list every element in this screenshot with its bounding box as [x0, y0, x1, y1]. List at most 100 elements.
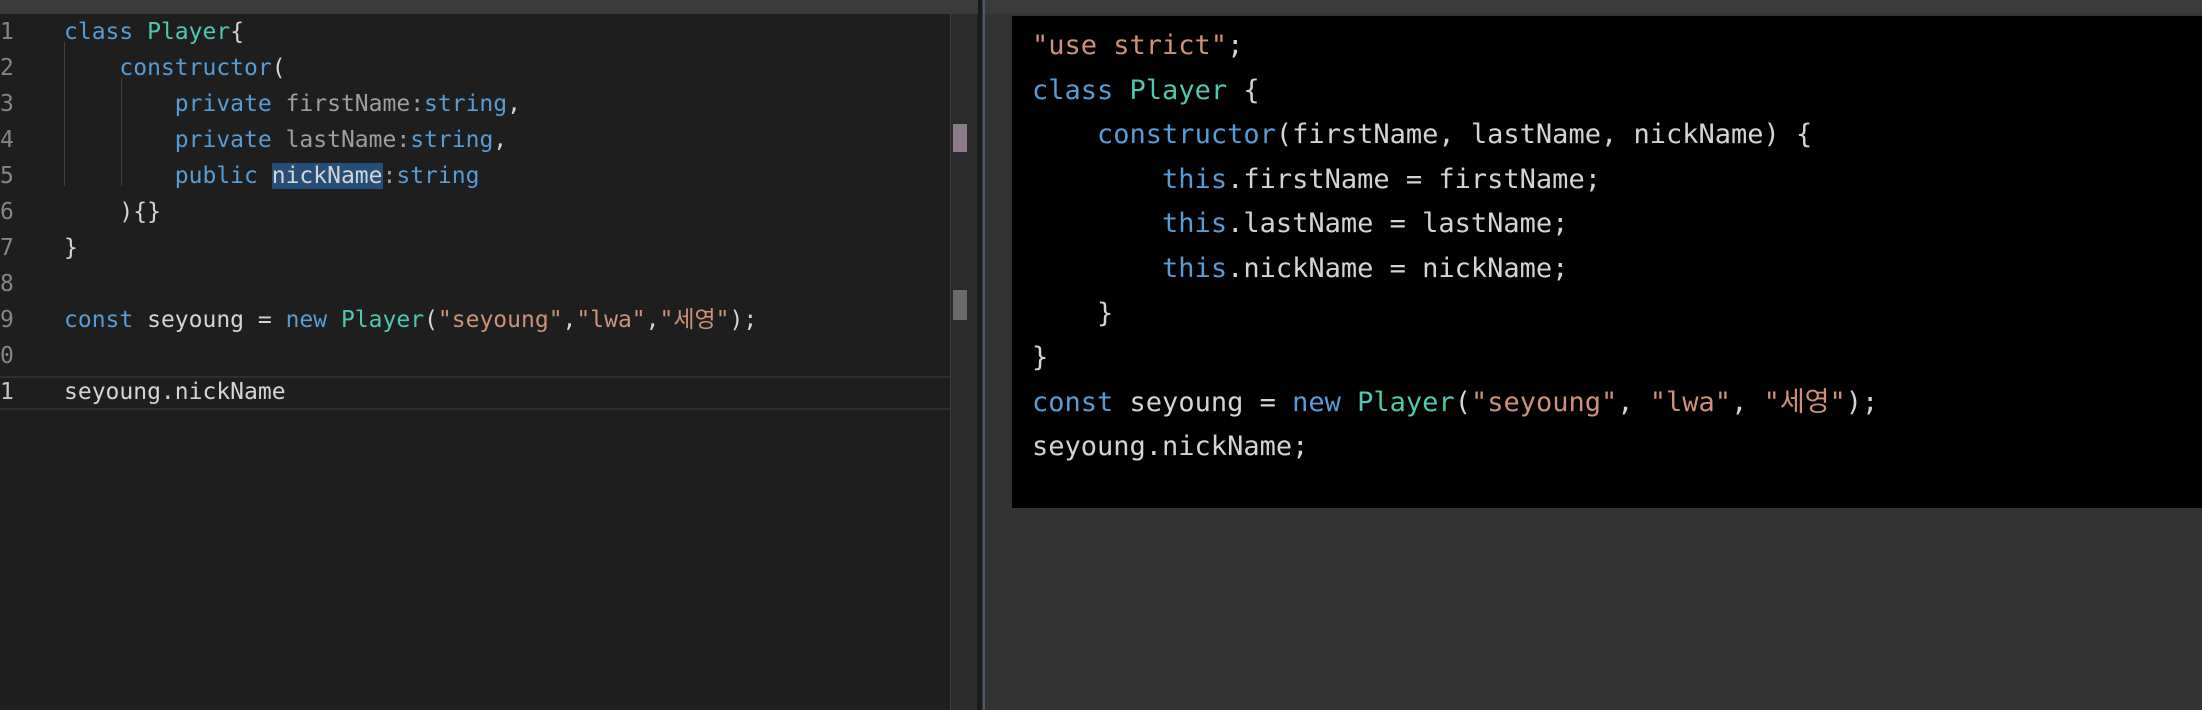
output-token: [1032, 253, 1162, 284]
output-line: }: [1032, 292, 1113, 336]
output-line: this.lastName = lastName;: [1032, 202, 1568, 246]
line-number: 3: [0, 91, 14, 117]
output-token: this: [1162, 253, 1228, 284]
code-token: const: [64, 307, 148, 333]
output-token: Player: [1357, 386, 1455, 418]
code-line[interactable]: 4 private lastName:string,: [0, 122, 976, 158]
code-token: "seyoung": [437, 307, 563, 333]
output-token: [1032, 164, 1162, 195]
code-token: }: [64, 235, 78, 261]
code-token: private: [174, 91, 286, 117]
output-token: const: [1032, 386, 1130, 418]
line-number: 5: [0, 163, 14, 189]
code-token: string: [396, 163, 480, 189]
code-line[interactable]: 2 constructor(: [0, 50, 976, 86]
output-token: }: [1032, 297, 1114, 329]
output-token: ;: [1227, 30, 1244, 61]
output-token: (: [1454, 386, 1471, 418]
code-line[interactable]: 1 seyoung.nickName: [0, 374, 976, 410]
code-token: public: [174, 163, 272, 189]
output-token: Player: [1129, 74, 1228, 106]
output-token: "lwa": [1649, 386, 1732, 418]
code-token: {: [230, 19, 245, 45]
code-token: (: [271, 55, 286, 81]
code-token: private: [174, 127, 286, 153]
output-token: seyoung =: [1129, 386, 1293, 418]
code-token: ,: [562, 307, 577, 333]
output-token: .firstName = firstName;: [1227, 163, 1601, 195]
code-token: ,: [493, 127, 508, 153]
line-number: 1: [0, 379, 14, 405]
output-line: class Player {: [1032, 69, 1260, 113]
line-number: 9: [0, 307, 14, 333]
code-text: ){}: [64, 194, 161, 230]
code-text: }: [64, 230, 78, 266]
line-number: 7: [0, 235, 14, 261]
output-line: const seyoung = new Player("seyoung", "l…: [1032, 381, 1878, 425]
output-token: .lastName = lastName;: [1227, 208, 1569, 240]
code-token: ){}: [119, 199, 161, 225]
pane-divider-line: [983, 0, 985, 710]
output-token: [1032, 208, 1162, 239]
line-number: 6: [0, 199, 14, 225]
code-token: ,: [645, 307, 660, 333]
code-token: );: [729, 307, 758, 333]
output-token: {: [1227, 74, 1260, 106]
code-token: Player: [340, 307, 425, 333]
code-line[interactable]: 0: [0, 338, 976, 374]
output-token: ,: [1731, 386, 1764, 418]
output-line: "use strict";: [1032, 24, 1243, 68]
line-number: 2: [0, 55, 14, 81]
code-text: seyoung.nickName: [64, 374, 286, 410]
output-token: .nickName = nickName;: [1227, 253, 1569, 284]
code-line[interactable]: 9 const seyoung = new Player("seyoung","l…: [0, 302, 976, 338]
pane-divider[interactable]: [978, 0, 982, 710]
code-line[interactable]: 1 class Player{: [0, 14, 976, 50]
code-line[interactable]: 7}: [0, 230, 976, 266]
code-token: nickName: [174, 379, 286, 405]
output-token: "use strict": [1032, 30, 1228, 61]
line-number: 8: [0, 271, 14, 297]
line-number: 4: [0, 127, 14, 153]
output-line: this.firstName = firstName;: [1032, 158, 1601, 202]
code-token: :: [410, 91, 425, 117]
code-text: public nickName:string: [64, 158, 479, 194]
code-text: private firstName:string,: [64, 86, 521, 122]
output-line: constructor(firstName, lastName, nickNam…: [1032, 113, 1812, 157]
line-number: 1: [0, 19, 14, 45]
code-token: (: [424, 307, 438, 333]
code-token: "lwa": [576, 307, 646, 333]
compiled-output-panel: "use strict"; class Player { constructor(…: [1012, 16, 2202, 508]
output-token: new: [1292, 386, 1358, 418]
output-line: this.nickName = nickName;: [1032, 247, 1568, 291]
code-token: string: [424, 91, 508, 117]
code-token: firstName: [285, 91, 411, 117]
code-token: string: [410, 127, 494, 153]
code-token: ,: [507, 91, 521, 117]
code-token: lastName: [285, 127, 397, 153]
line-number: 0: [0, 343, 14, 369]
editor-scrollbar[interactable]: [950, 14, 977, 710]
output-token: this: [1162, 208, 1228, 240]
output-token: );: [1845, 386, 1879, 418]
scrollbar-selection-marker: [953, 124, 967, 152]
output-token: }: [1032, 342, 1049, 374]
output-line: }: [1032, 336, 1048, 380]
output-token: class: [1032, 74, 1130, 106]
output-line: seyoung.nickName;: [1032, 425, 1308, 469]
code-line[interactable]: 6 ){}: [0, 194, 976, 230]
selected-token: nickName: [271, 163, 383, 189]
code-token: seyoung =: [147, 307, 286, 333]
output-token: seyoung.nickName;: [1032, 431, 1309, 463]
code-text: constructor(: [64, 50, 286, 86]
code-line[interactable]: 3 private firstName:string,: [0, 86, 976, 122]
code-editor[interactable]: 1 class Player{2 constructor(3 private fi…: [0, 14, 978, 710]
code-line[interactable]: 5 public nickName:string: [0, 158, 976, 194]
output-token: "세영": [1763, 386, 1846, 418]
code-line[interactable]: 8: [0, 266, 976, 302]
scrollbar-cursor-marker: [953, 290, 967, 320]
output-token: "seyoung": [1470, 386, 1618, 418]
